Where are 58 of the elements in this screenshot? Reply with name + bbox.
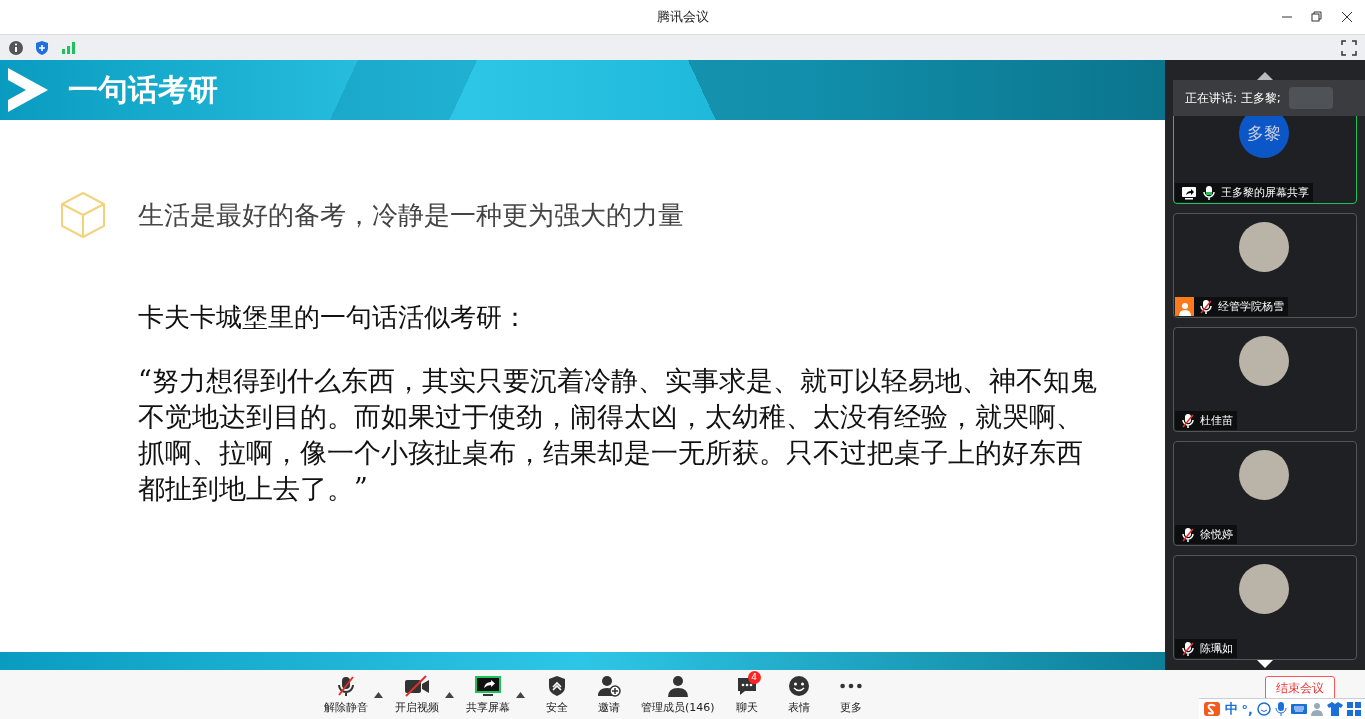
quote-paragraph: “努力想得到什么东西，其实只要沉着冷静、实事求是、就可以轻易地、神不知鬼不觉地达到目的。而如果过于使劲，闹得太凶，太幼稚、太没有经验，就哭啊、抓啊、拉啊，像一个小孩扯桌布，结果却是一无所获。只不过把桌子上的好东西都扯到地上去了。”: [138, 364, 1098, 506]
muted-microphone-icon: [335, 674, 357, 697]
unread-badge: 4: [747, 670, 761, 684]
cube-icon: [58, 190, 108, 240]
toolbar-button[interactable]: 共享屏幕: [460, 674, 516, 715]
microphone-icon[interactable]: [1275, 702, 1287, 716]
shirt-icon[interactable]: [1327, 702, 1343, 716]
input-mode-label[interactable]: 中: [1224, 700, 1238, 718]
punctuation-mode-label[interactable]: °,: [1241, 701, 1253, 717]
slide-title: 一句话考研: [68, 70, 218, 109]
window-title: 腾讯会议: [656, 8, 709, 26]
toolbar-button[interactable]: 表情: [772, 674, 825, 715]
slide-subtitle: 生活是最好的备考，冷静是一种更为强大的力量: [138, 198, 684, 232]
participant-tile[interactable]: 经管学院杨雪: [1173, 213, 1357, 318]
toolbar-button[interactable]: 解除静音: [318, 674, 374, 715]
toolbar-button[interactable]: 开启视频: [389, 674, 445, 715]
video-off-icon: [404, 674, 430, 697]
toolbar-button[interactable]: 更多: [824, 674, 877, 715]
caret-icon[interactable]: [516, 691, 525, 698]
muted-microphone-icon: [1181, 412, 1195, 429]
participant-name: 经管学院杨雪: [1218, 299, 1284, 314]
avatar-photo-placeholder: [1239, 564, 1289, 614]
participant-name: 杜佳苗: [1200, 413, 1233, 428]
avatar-photo-placeholder: [1239, 222, 1289, 272]
toolbar-button[interactable]: 安全: [531, 674, 583, 715]
ime-logo-icon[interactable]: [1202, 701, 1221, 717]
smiley-icon[interactable]: [1257, 702, 1271, 716]
smiley-icon: [787, 674, 810, 697]
participant-tile[interactable]: 徐悦婷: [1173, 441, 1357, 546]
restore-icon[interactable]: [1311, 11, 1323, 23]
participant-name: 陈珮如: [1200, 641, 1233, 656]
caret-icon[interactable]: [445, 691, 454, 698]
toolbar-button[interactable]: 邀请: [583, 674, 635, 715]
fullscreen-icon[interactable]: [1341, 39, 1357, 56]
avatar-photo-placeholder: [1239, 336, 1289, 386]
close-icon[interactable]: [1341, 11, 1353, 23]
participant-tile[interactable]: 杜佳苗: [1173, 327, 1357, 432]
participant-name: 王多黎的屏幕共享: [1221, 185, 1309, 200]
intro-text: 卡夫卡城堡里的一句话活似考研：: [138, 301, 529, 334]
play-logo-icon: [6, 66, 50, 114]
muted-microphone-icon: [1181, 526, 1195, 543]
add-person-icon: [597, 674, 621, 697]
screen-share-icon: [475, 674, 501, 697]
shield-icon: [547, 674, 567, 697]
microphone-icon: [1202, 184, 1216, 201]
grid-icon[interactable]: [1347, 702, 1361, 716]
info-icon[interactable]: [8, 39, 24, 56]
muted-microphone-icon: [1181, 640, 1195, 657]
person-icon: [666, 674, 689, 697]
toolbar-button[interactable]: 管理成员(146): [635, 674, 721, 715]
shield-icon[interactable]: [34, 39, 50, 56]
avatar-photo-placeholder: [1239, 450, 1289, 500]
participant-tile[interactable]: 陈珮如: [1173, 555, 1357, 660]
caret-icon[interactable]: [374, 691, 383, 698]
keyboard-icon[interactable]: [1291, 703, 1307, 715]
participant-name: 徐悦婷: [1200, 527, 1233, 542]
more-icon: [839, 682, 862, 689]
muted-microphone-icon: [1199, 298, 1213, 315]
